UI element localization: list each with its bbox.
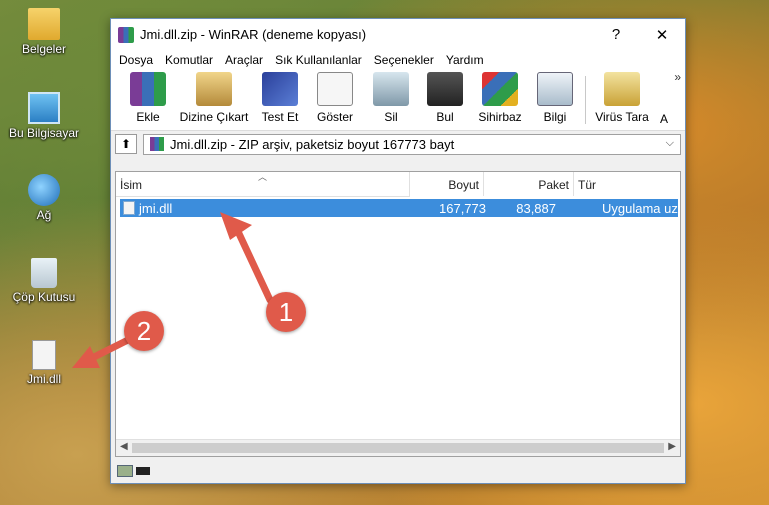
test-label: Test Et — [261, 110, 299, 124]
list-empty-area — [410, 196, 680, 440]
view-icon — [317, 72, 353, 106]
virus-scan-button[interactable]: Virüs Tara — [593, 72, 651, 124]
column-size[interactable]: Boyut — [410, 172, 484, 196]
archive-path-text: Jmi.dll.zip - ZIP arşiv, paketsiz boyut … — [170, 136, 455, 152]
find-icon — [427, 72, 463, 106]
dll-file-icon — [123, 201, 135, 215]
scrollbar-thumb[interactable] — [132, 443, 664, 453]
desktop-icon-documents[interactable]: Belgeler — [4, 8, 84, 56]
menu-help[interactable]: Yardım — [440, 53, 490, 67]
virus-scan-label: Virüs Tara — [595, 110, 649, 124]
info-label: Bilgi — [543, 110, 567, 124]
find-label: Bul — [436, 110, 454, 124]
find-button[interactable]: Bul — [423, 72, 467, 124]
delete-label: Sil — [384, 110, 398, 124]
extract-icon — [196, 72, 232, 106]
menu-options[interactable]: Seçenekler — [368, 53, 440, 67]
desktop-icon-network[interactable]: Ağ — [4, 174, 84, 222]
scroll-right-icon[interactable]: ▶ — [668, 441, 676, 452]
zip-archive-icon — [150, 137, 164, 151]
menu-favorites[interactable]: Sık Kullanılanlar — [269, 53, 368, 67]
overflow-label: A — [659, 112, 668, 126]
wizard-label: Sihirbaz — [478, 110, 522, 124]
horizontal-scrollbar[interactable]: ◀ ▶ — [116, 439, 680, 456]
up-arrow-icon: ⬆ — [120, 137, 132, 151]
desktop-icon-label: Ağ — [36, 208, 52, 222]
desktop-icon-label: Jmi.dll — [26, 372, 61, 386]
toolbar: Ekle Dizine Çıkart Test Et Göster Sil Bu… — [111, 70, 685, 131]
view-button[interactable]: Göster — [311, 72, 359, 124]
test-icon — [262, 72, 298, 106]
menu-file[interactable]: Dosya — [113, 53, 159, 67]
desktop-icon-jmi-dll[interactable]: Jmi.dll — [4, 340, 84, 386]
column-header-row: İsim Boyut Paket Tür ︿ — [116, 172, 680, 197]
window-title: Jmi.dll.zip - WinRAR (deneme kopyası) — [140, 27, 367, 42]
file-size: 167,773 — [439, 200, 486, 216]
key-icon — [136, 467, 150, 475]
close-button[interactable]: ✕ — [639, 19, 685, 50]
extract-button[interactable]: Dizine Çıkart — [179, 72, 249, 124]
info-button[interactable]: Bilgi — [533, 72, 577, 124]
computer-icon — [28, 92, 60, 124]
winrar-app-icon — [118, 26, 134, 43]
toolbar-overflow-label[interactable]: A — [657, 112, 671, 126]
title-bar: Jmi.dll.zip - WinRAR (deneme kopyası) ? … — [111, 19, 685, 50]
column-packed[interactable]: Paket — [484, 172, 574, 196]
archive-path-dropdown[interactable]: Jmi.dll.zip - ZIP arşiv, paketsiz boyut … — [143, 133, 681, 155]
up-folder-button[interactable]: ⬆ — [115, 134, 137, 154]
virus-scan-icon — [604, 72, 640, 106]
dll-file-icon — [32, 340, 56, 370]
chevron-down-icon[interactable]: ⌵ — [666, 137, 674, 150]
desktop-icon-label: Belgeler — [21, 42, 67, 56]
status-bar — [111, 459, 685, 483]
view-label: Göster — [316, 110, 353, 124]
scroll-left-icon[interactable]: ◀ — [120, 441, 128, 452]
desktop-icon-label: Bu Bilgisayar — [8, 126, 80, 140]
add-icon — [130, 72, 166, 106]
wizard-button[interactable]: Sihirbaz — [475, 72, 525, 124]
desktop-icon-label: Çöp Kutusu — [12, 290, 76, 304]
info-icon — [537, 72, 573, 106]
address-bar: ⬆ Jmi.dll.zip - ZIP arşiv, paketsiz boyu… — [111, 131, 685, 157]
file-type: Uygulama uzantısı — [602, 200, 678, 216]
drive-icon — [117, 465, 133, 477]
menu-bar: Dosya Komutlar Araçlar Sık Kullanılanlar… — [111, 50, 685, 70]
add-button[interactable]: Ekle — [123, 72, 173, 124]
menu-tools[interactable]: Araçlar — [219, 53, 269, 67]
folder-icon — [28, 8, 60, 40]
toolbar-more-icon[interactable]: » — [674, 70, 681, 84]
file-list[interactable]: İsim Boyut Paket Tür ︿ jmi.dll 167,773 8… — [115, 171, 681, 457]
test-button[interactable]: Test Et — [256, 72, 304, 124]
step-badge-1: 1 — [266, 292, 306, 332]
wizard-icon — [482, 72, 518, 106]
extract-label: Dizine Çıkart — [179, 110, 249, 124]
help-button[interactable]: ? — [593, 19, 639, 50]
recycle-bin-icon — [31, 258, 57, 288]
table-row[interactable]: jmi.dll 167,773 83,887 Uygulama uzantısı — [120, 199, 678, 217]
step-badge-2: 2 — [124, 311, 164, 351]
delete-icon — [373, 72, 409, 106]
file-packed: 83,887 — [516, 200, 556, 216]
desktop-icon-this-pc[interactable]: Bu Bilgisayar — [4, 92, 84, 140]
menu-commands[interactable]: Komutlar — [159, 53, 219, 67]
delete-button[interactable]: Sil — [369, 72, 413, 124]
sort-indicator-icon: ︿ — [258, 172, 268, 182]
desktop-icon-recycle-bin[interactable]: Çöp Kutusu — [4, 258, 84, 304]
column-type[interactable]: Tür — [574, 172, 680, 196]
add-label: Ekle — [136, 110, 160, 124]
file-name: jmi.dll — [139, 200, 173, 216]
toolbar-separator — [585, 76, 586, 124]
network-icon — [28, 174, 60, 206]
winrar-window: Jmi.dll.zip - WinRAR (deneme kopyası) ? … — [110, 18, 686, 484]
